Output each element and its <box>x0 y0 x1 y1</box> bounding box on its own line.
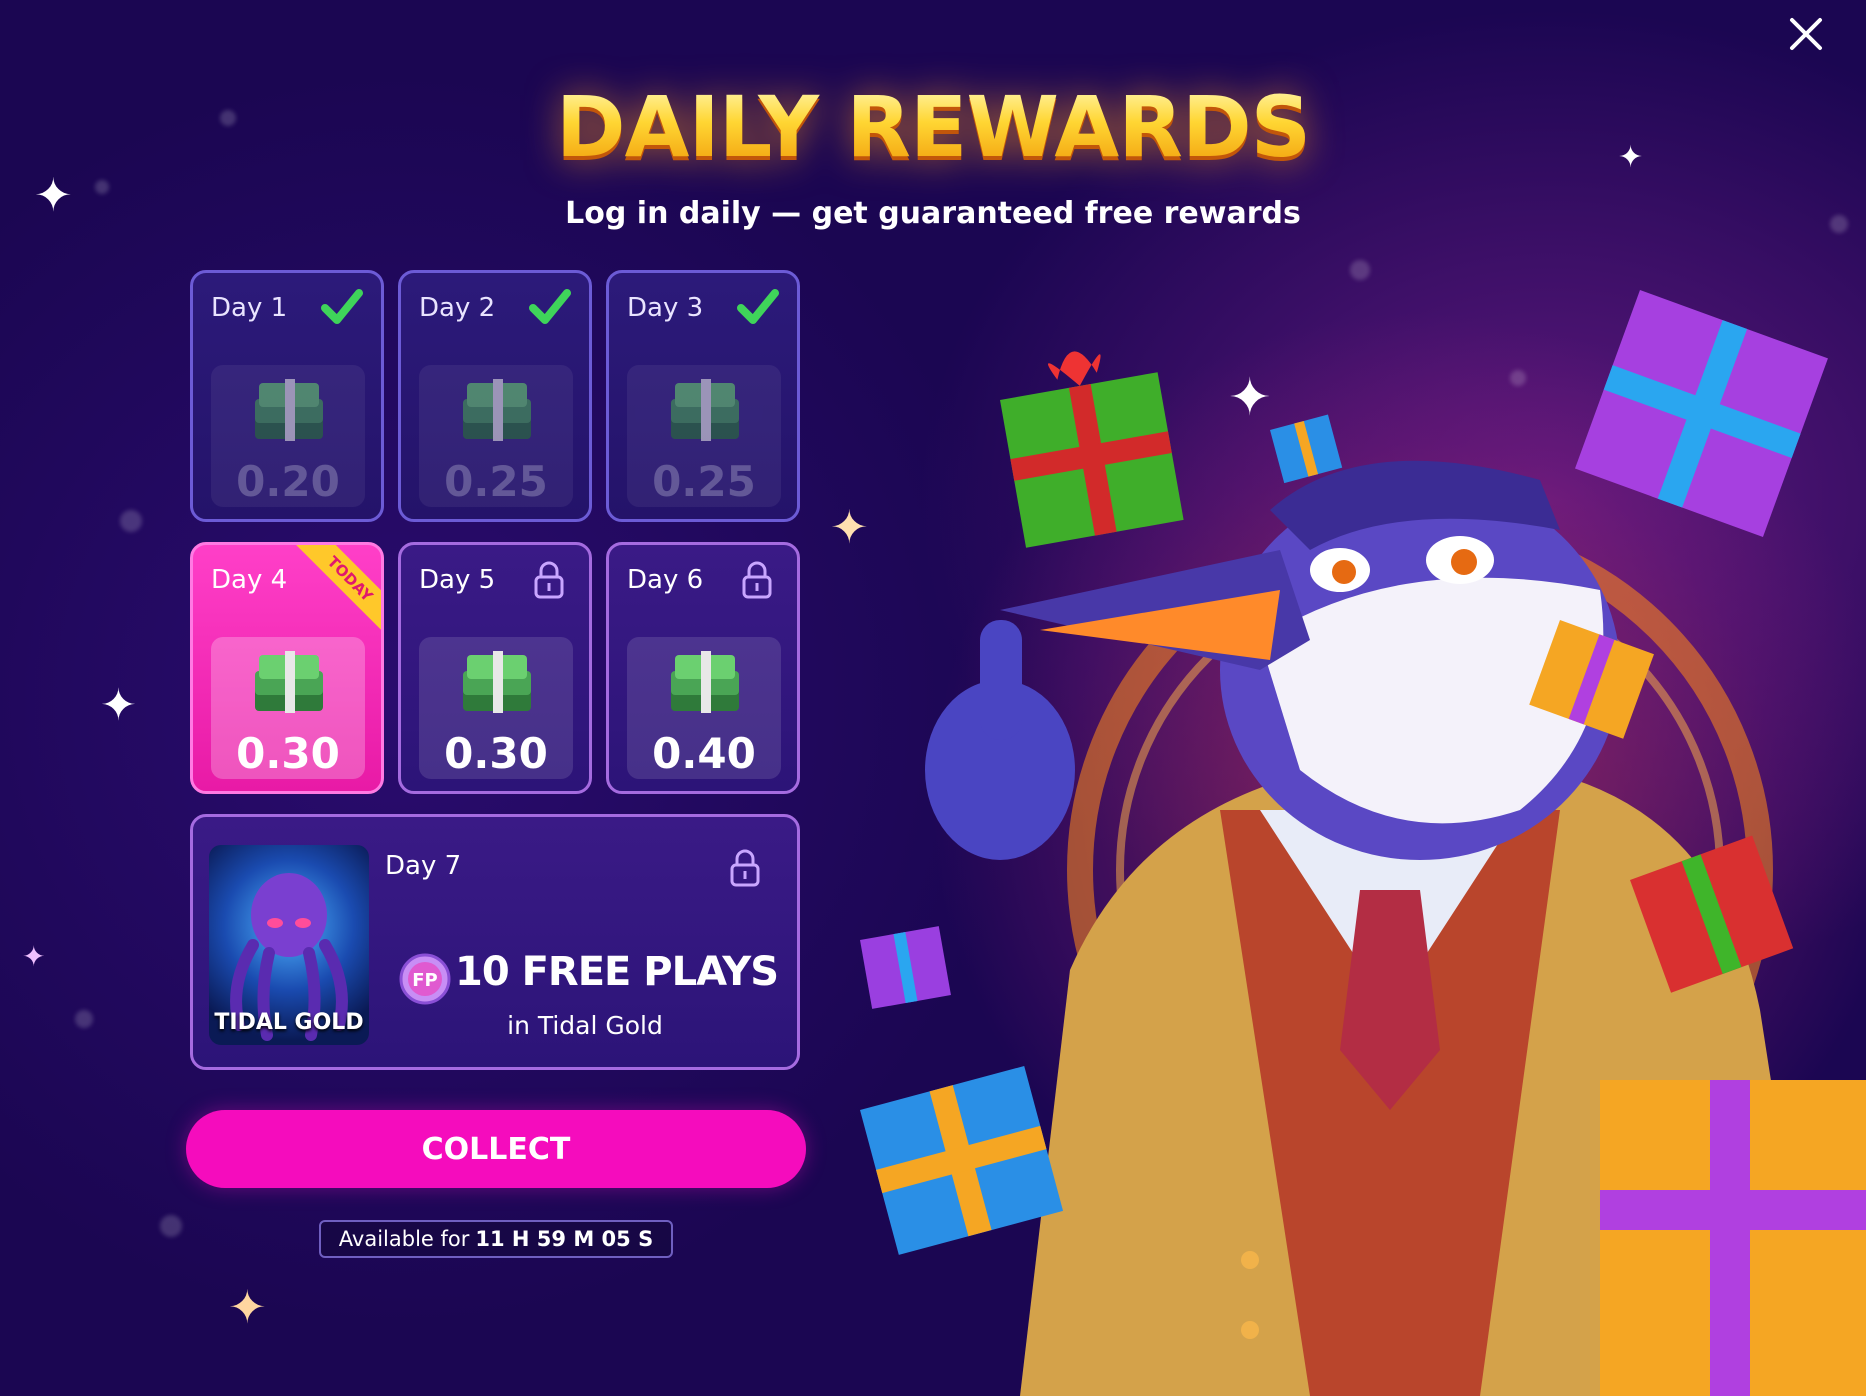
sparkle-icon: ✦ <box>22 940 46 973</box>
reward-amount: 0.25 <box>444 457 548 506</box>
day-label: Day 2 <box>419 293 496 323</box>
reward-card-day-2: Day 2 0.25 <box>398 270 592 522</box>
day-label: Day 6 <box>627 565 704 595</box>
reward-tile: 0.25 <box>419 365 573 507</box>
reward-amount: 0.40 <box>652 729 756 778</box>
game-title: TIDAL GOLD <box>214 1010 364 1035</box>
reward-amount: 0.25 <box>652 457 756 506</box>
lock-icon <box>742 561 772 599</box>
lock-icon <box>534 561 564 599</box>
lock-icon <box>730 849 760 887</box>
reward-card-day-6: Day 6 0.40 <box>606 542 800 794</box>
reward-tile: 0.40 <box>627 637 781 779</box>
game-thumbnail: TIDAL GOLD <box>209 845 369 1045</box>
day-label: Day 1 <box>211 293 288 323</box>
reward-card-day-4[interactable]: Day 4 TODAY 0.30 <box>190 542 384 794</box>
reward-tile: 0.30 <box>211 637 365 779</box>
availability-timer: Available for 11 H 59 M 05 S <box>319 1220 673 1258</box>
day-label: Day 5 <box>419 565 496 595</box>
penguin-mascot-illustration <box>860 290 1866 1396</box>
page-title: DAILY REWARDS <box>0 78 1866 176</box>
today-badge: TODAY <box>294 545 381 635</box>
timer-prefix: Available for <box>338 1227 470 1251</box>
reward-amount: 0.30 <box>236 729 340 778</box>
free-plays-game: in Tidal Gold <box>507 1011 663 1040</box>
day-label: Day 3 <box>627 293 704 323</box>
page-subtitle: Log in daily — get guaranteed free rewar… <box>565 196 1301 231</box>
cash-stack-icon <box>255 379 323 441</box>
cash-stack-icon <box>671 651 739 713</box>
sparkle-icon: ✦ <box>228 1280 267 1334</box>
reward-amount: 0.30 <box>444 729 548 778</box>
reward-card-day-3: Day 3 0.25 <box>606 270 800 522</box>
close-icon[interactable] <box>1786 14 1826 54</box>
checkmark-icon <box>321 289 363 324</box>
checkmark-icon <box>529 289 571 324</box>
free-plays-badge-text: FP <box>412 970 438 991</box>
cash-stack-icon <box>255 651 323 713</box>
reward-card-day-5: Day 5 0.30 <box>398 542 592 794</box>
timer-value: 11 H 59 M 05 S <box>475 1227 654 1251</box>
cash-stack-icon <box>463 651 531 713</box>
reward-card-day-1: Day 1 0.20 <box>190 270 384 522</box>
day-label: Day 4 <box>211 565 288 595</box>
sparkle-icon: ✦ <box>100 680 137 731</box>
free-plays-reward: 10 FREE PLAYS <box>455 949 779 995</box>
reward-tile: 0.20 <box>211 365 365 507</box>
cash-stack-icon <box>671 379 739 441</box>
collect-button[interactable]: COLLECT <box>186 1110 806 1188</box>
free-plays-coin-icon: FP <box>399 953 451 1005</box>
day-label: Day 7 <box>385 851 462 881</box>
checkmark-icon <box>737 289 779 324</box>
reward-tile: 0.30 <box>419 637 573 779</box>
reward-amount: 0.20 <box>236 457 340 506</box>
cash-stack-icon <box>463 379 531 441</box>
reward-tile: 0.25 <box>627 365 781 507</box>
reward-card-day-7: TIDAL GOLD Day 7 FP 10 FREE PLAYS in Tid… <box>190 814 800 1070</box>
